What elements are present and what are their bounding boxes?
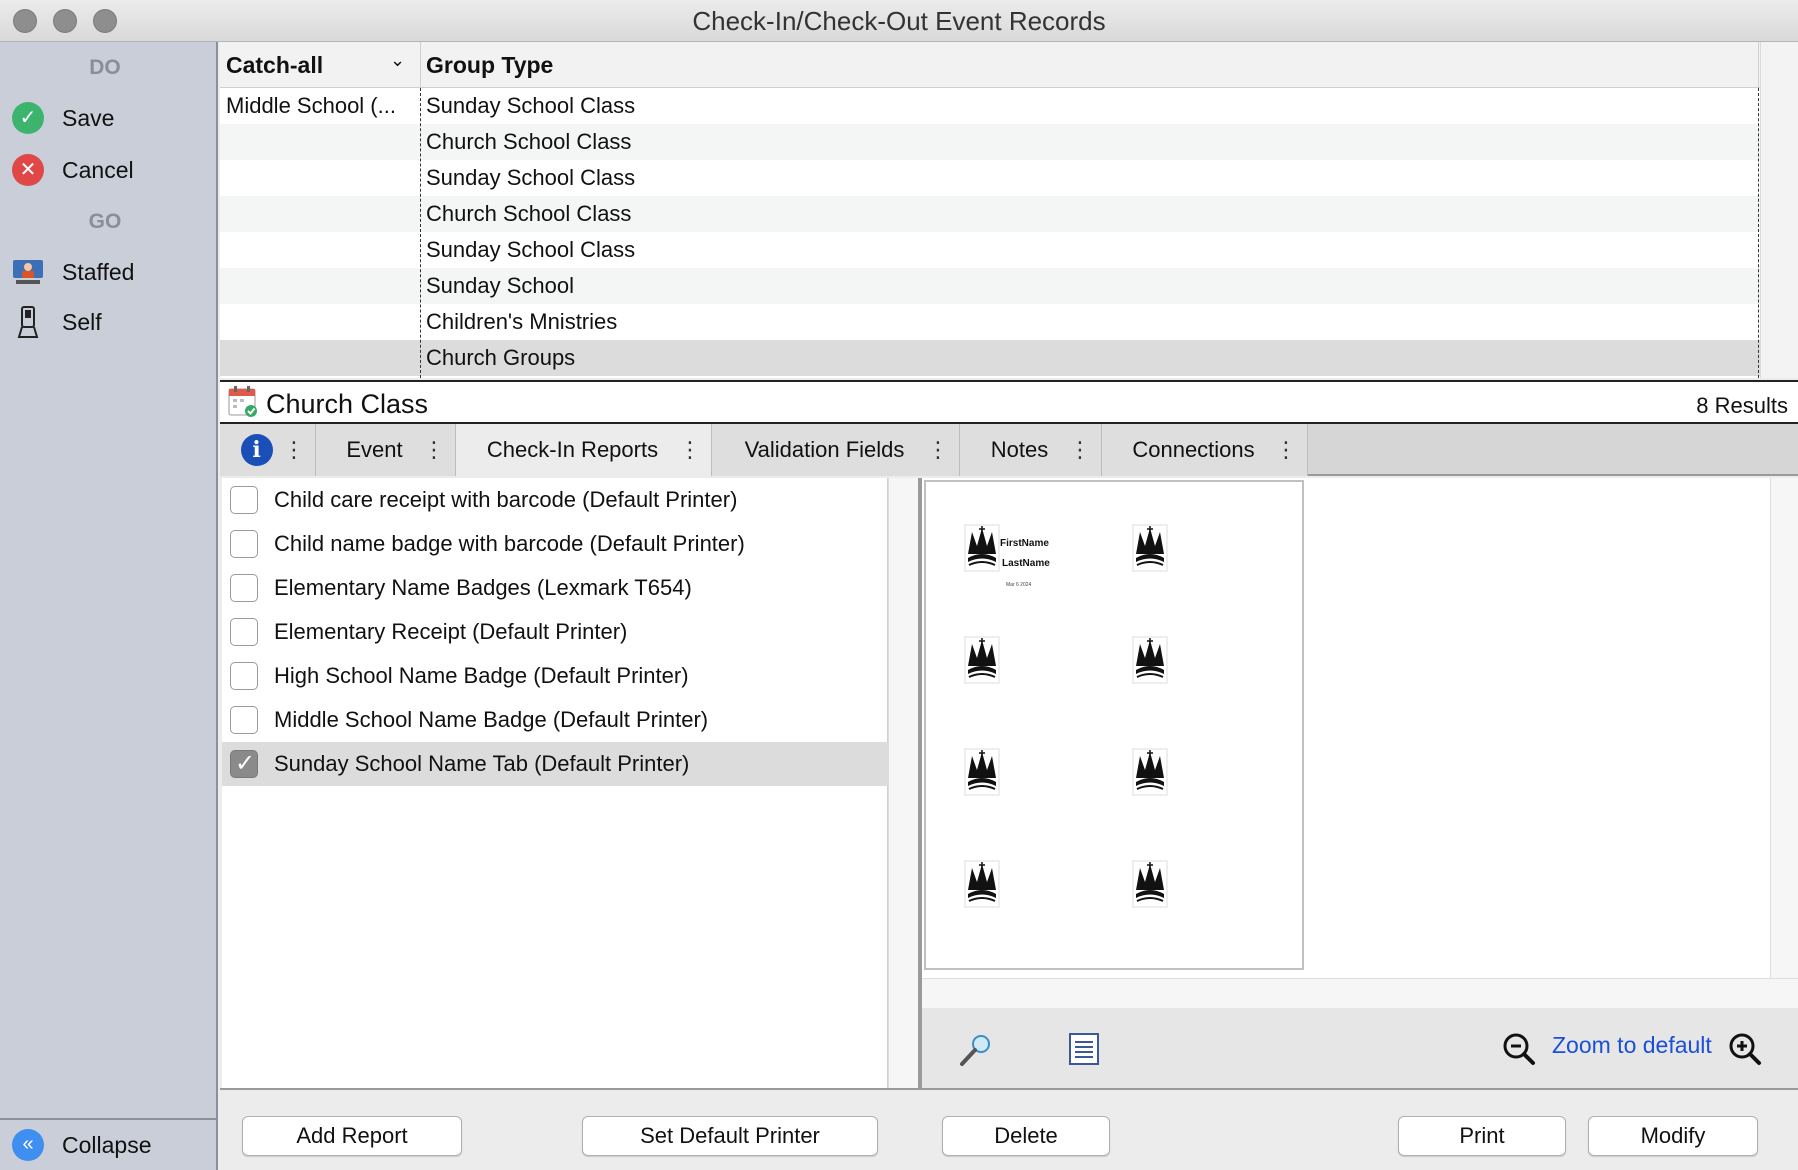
badge-thumbnail — [964, 636, 1000, 684]
collapse-button[interactable]: « Collapse — [0, 1118, 216, 1170]
report-list: Child care receipt with barcode (Default… — [222, 478, 888, 1088]
report-checkbox[interactable] — [230, 574, 258, 602]
list-item[interactable]: High School Name Badge (Default Printer) — [222, 654, 888, 698]
tab-info[interactable]: i ⋮ — [220, 424, 316, 476]
kebab-menu-icon[interactable]: ⋮ — [1069, 437, 1091, 463]
save-button[interactable]: ✓ Save — [12, 98, 208, 138]
preview-horizontal-scrollbar[interactable] — [922, 978, 1798, 1008]
modify-button[interactable]: Modify — [1588, 1116, 1758, 1156]
double-chevron-left-icon: « — [12, 1129, 44, 1161]
tab-notes[interactable]: Notes ⋮ — [960, 424, 1102, 476]
zoom-to-default-link[interactable]: Zoom to default — [1552, 1032, 1712, 1059]
table-row-selected[interactable]: Church Groups — [220, 340, 1760, 376]
do-heading: DO — [89, 56, 121, 79]
window-title: Check-In/Check-Out Event Records — [692, 6, 1106, 36]
tab-bar: i ⋮ Event ⋮ Check-In Reports ⋮ Validation … — [220, 424, 1798, 476]
preview-vertical-scrollbar[interactable] — [1770, 478, 1798, 978]
tab-validation-fields[interactable]: Validation Fields ⋮ — [712, 424, 960, 476]
kebab-menu-icon[interactable]: ⋮ — [423, 437, 445, 463]
column-header-group-type[interactable]: Group Type — [420, 42, 553, 88]
preview-date: Mar 6 2024 — [1006, 582, 1032, 588]
section-title: Church Class — [266, 389, 429, 419]
report-preview: FirstName LastName Mar 6 2024 — [922, 478, 1770, 978]
table-row[interactable]: Church School Class — [220, 124, 1760, 160]
results-count: 8 Results — [1696, 393, 1788, 418]
report-checkbox[interactable] — [230, 706, 258, 734]
self-label: Self — [62, 308, 102, 335]
grid-body: Middle School (... Sunday School Class Ch… — [220, 88, 1760, 378]
chevron-down-icon[interactable]: ⌄ — [390, 50, 405, 71]
list-item[interactable]: Child care receipt with barcode (Default… — [222, 478, 888, 522]
title-bar: Check-In/Check-Out Event Records — [0, 0, 1798, 42]
badge-thumbnail — [964, 524, 1000, 572]
self-button[interactable]: Self — [12, 302, 208, 342]
document-icon[interactable] — [1068, 1032, 1100, 1071]
list-item[interactable]: Elementary Receipt (Default Printer) — [222, 610, 888, 654]
save-label: Save — [62, 104, 115, 131]
badge-thumbnail — [1132, 860, 1168, 908]
preview-page: FirstName LastName Mar 6 2024 — [924, 480, 1304, 970]
info-icon: i — [240, 434, 273, 466]
group-type-grid: Catch-all ⌄ Group Type Middle School (..… — [220, 42, 1798, 378]
staffed-monitor-icon — [12, 256, 44, 288]
badge-thumbnail — [964, 860, 1000, 908]
kebab-menu-icon[interactable]: ⋮ — [283, 437, 305, 463]
kebab-menu-icon[interactable]: ⋮ — [679, 437, 701, 463]
table-row[interactable]: Sunday School Class — [220, 160, 1760, 196]
table-row[interactable]: Middle School (... Sunday School Class — [220, 88, 1760, 124]
report-checkbox[interactable] — [230, 486, 258, 514]
table-row[interactable]: Sunday School — [220, 268, 1760, 304]
report-list-scrollbar[interactable] — [888, 478, 920, 1088]
go-heading: GO — [88, 210, 122, 233]
badge-thumbnail — [1132, 748, 1168, 796]
report-checkbox-checked[interactable] — [230, 749, 258, 778]
report-checkbox[interactable] — [230, 530, 258, 558]
kiosk-icon — [12, 306, 44, 338]
zoom-in-icon[interactable] — [1728, 1032, 1762, 1071]
cancel-label: Cancel — [62, 156, 134, 183]
zoom-out-icon[interactable] — [1502, 1032, 1536, 1071]
tab-event[interactable]: Event ⋮ — [316, 424, 456, 476]
x-icon: ✕ — [12, 154, 44, 186]
preview-toolbar: Zoom to default — [922, 1008, 1798, 1088]
section-header: Church Class 8 Results — [220, 380, 1798, 424]
badge-thumbnail — [964, 748, 1000, 796]
set-default-printer-button[interactable]: Set Default Printer — [582, 1116, 878, 1156]
collapse-label: Collapse — [62, 1131, 152, 1158]
report-checkbox[interactable] — [230, 662, 258, 690]
list-item[interactable]: Child name badge with barcode (Default P… — [222, 522, 888, 566]
tab-connections[interactable]: Connections ⋮ — [1102, 424, 1308, 476]
staffed-label: Staffed — [62, 258, 135, 285]
table-row[interactable]: Children's Mnistries — [220, 304, 1760, 340]
kebab-menu-icon[interactable]: ⋮ — [927, 437, 949, 463]
list-item[interactable]: Middle School Name Badge (Default Printe… — [222, 698, 888, 742]
grid-scrollbar[interactable] — [1760, 42, 1798, 378]
calendar-check-icon — [228, 385, 258, 417]
badge-thumbnail — [1132, 524, 1168, 572]
tab-check-in-reports[interactable]: Check-In Reports ⋮ — [456, 424, 712, 476]
list-item[interactable]: Elementary Name Badges (Lexmark T654) — [222, 566, 888, 610]
print-button[interactable]: Print — [1398, 1116, 1566, 1156]
table-row[interactable]: Church School Class — [220, 196, 1760, 232]
staffed-button[interactable]: Staffed — [12, 252, 208, 292]
kebab-menu-icon[interactable]: ⋮ — [1275, 437, 1297, 463]
badge-thumbnail — [1132, 636, 1168, 684]
sidebar: DO ✓ Save ✕ Cancel GO Staffed Self « Col… — [0, 42, 218, 1170]
list-item-selected[interactable]: Sunday School Name Tab (Default Printer) — [222, 742, 888, 786]
check-icon: ✓ — [12, 102, 44, 134]
grid-header: Catch-all ⌄ Group Type — [220, 42, 1760, 88]
preview-first-name: FirstName — [1000, 538, 1049, 549]
report-checkbox[interactable] — [230, 618, 258, 646]
preview-last-name: LastName — [1002, 558, 1050, 569]
cancel-button[interactable]: ✕ Cancel — [12, 150, 208, 190]
bottom-action-bar: Add Report Set Default Printer Delete Pr… — [220, 1088, 1798, 1170]
magnifier-icon[interactable] — [958, 1032, 994, 1073]
delete-button[interactable]: Delete — [942, 1116, 1110, 1156]
add-report-button[interactable]: Add Report — [242, 1116, 462, 1156]
table-row[interactable]: Sunday School Class — [220, 232, 1760, 268]
